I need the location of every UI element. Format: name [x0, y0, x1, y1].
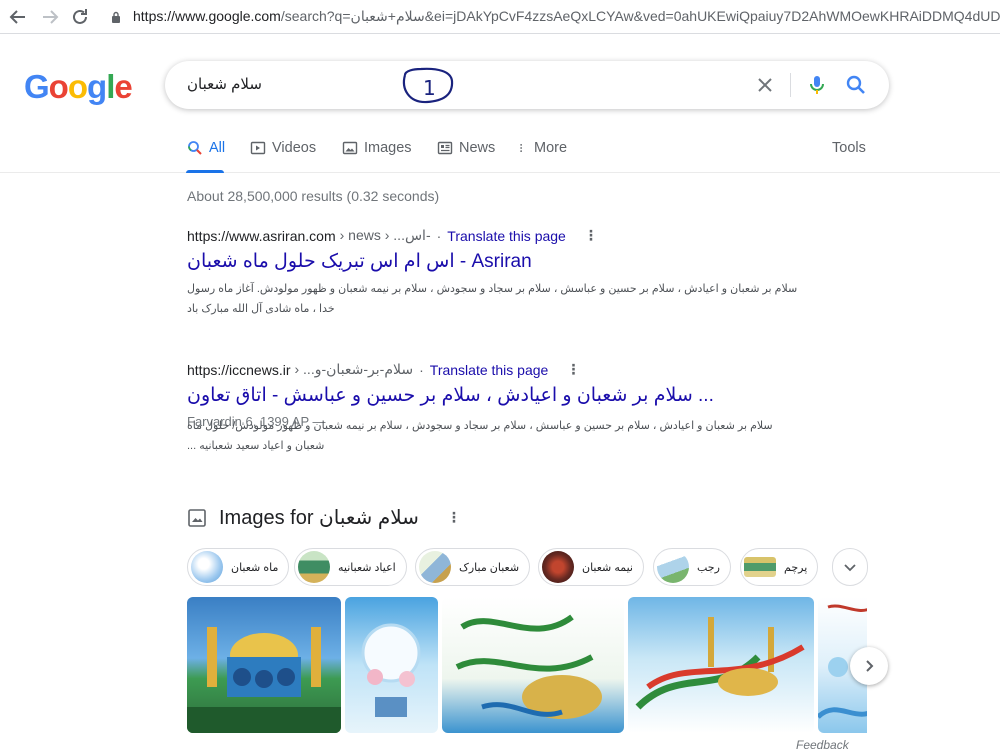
flower-frame-image: [361, 623, 421, 717]
more-options-icon[interactable]: ⋮: [566, 361, 580, 378]
result-path: › ...سلام-بر-شعبان-و: [294, 361, 414, 377]
search-divider: [790, 73, 791, 97]
forward-arrow-icon[interactable]: [38, 5, 62, 29]
image-result[interactable]: [628, 597, 814, 733]
chip-thumbnail: [191, 551, 223, 583]
image-filter-chips: ماه شعبان اعیاد شعبانیه شعبان مبارک نیمه…: [187, 548, 877, 586]
tab-videos[interactable]: Videos: [250, 140, 316, 156]
search-box[interactable]: سلام شعبان 1: [165, 61, 889, 109]
tab-more[interactable]: More: [518, 140, 567, 156]
chip-label: شعبان مبارک: [459, 561, 520, 574]
image-gallery: [187, 597, 867, 733]
search-tabs: All Videos Images News More Tools: [0, 130, 1000, 173]
gallery-next-button[interactable]: [850, 647, 888, 685]
image-result[interactable]: [345, 597, 438, 733]
result-title-link[interactable]: اس ام اس تبریک حلول ماه شعبان - Asriran: [187, 250, 827, 274]
shrine-image: [187, 627, 341, 733]
chip-thumbnail: [542, 551, 574, 583]
separator-dot: ·: [419, 361, 424, 378]
tab-label: News: [459, 140, 496, 156]
chip-thumbnail: [657, 551, 689, 583]
tab-label: All: [209, 140, 226, 156]
google-logo[interactable]: Google: [24, 68, 133, 106]
search-input[interactable]: سلام شعبان: [187, 75, 262, 93]
filter-chip[interactable]: اعیاد شعبانیه: [294, 548, 407, 586]
chip-thumbnail: [419, 551, 451, 583]
chip-thumbnail: [298, 551, 330, 583]
play-icon: [250, 141, 266, 155]
tools-button[interactable]: Tools: [832, 140, 866, 156]
search-icon: [188, 141, 202, 155]
chips-expand-button[interactable]: [832, 548, 868, 586]
annotation-number: 1: [423, 76, 436, 100]
microphone-icon[interactable]: [805, 73, 829, 97]
separator-dot: ·: [436, 227, 442, 244]
chip-label: ماه شعبان: [231, 561, 279, 574]
filter-chip[interactable]: شعبان مبارک: [415, 548, 531, 586]
filter-chip[interactable]: رجب: [653, 548, 731, 586]
chevron-down-icon: [844, 564, 856, 572]
chip-label: اعیاد شعبانیه: [338, 561, 396, 574]
chevron-right-icon: [866, 660, 874, 672]
result-cite: https://iccnews.ir › ...سلام-بر-شعبان-و …: [187, 361, 827, 378]
result-snippet: سلام بر شعبان و اعیادش ، سلام بر حسین و …: [187, 283, 798, 315]
news-icon: [437, 141, 453, 155]
active-tab-indicator: [186, 170, 224, 173]
back-arrow-icon[interactable]: [6, 5, 30, 29]
filter-chip[interactable]: ماه شعبان: [187, 548, 290, 586]
result-host[interactable]: https://iccnews.ir: [187, 362, 290, 378]
result-cite: https://www.asriran.com › news › ...اس- …: [187, 227, 827, 244]
reload-icon[interactable]: [68, 5, 92, 29]
search-icon[interactable]: [844, 73, 868, 97]
clear-icon[interactable]: [753, 73, 777, 97]
calligraphy-shrine-image: [635, 617, 805, 710]
calligraphy-image: [455, 614, 602, 719]
chip-thumbnail: [744, 557, 776, 577]
tab-label: More: [534, 140, 568, 156]
images-heading-text[interactable]: Images for سلام شعبان: [219, 505, 419, 530]
tab-label: Images: [364, 140, 412, 156]
more-vert-icon: [520, 144, 522, 152]
tab-label: Videos: [272, 140, 317, 156]
image-result[interactable]: [442, 597, 624, 733]
tab-all[interactable]: All: [187, 140, 225, 156]
more-options-icon[interactable]: ⋮: [447, 509, 461, 526]
lock-icon: [112, 11, 120, 23]
address-bar[interactable]: https://www.google.com/search?q=سلام+شعب…: [133, 8, 1000, 25]
image-result[interactable]: [187, 597, 341, 733]
filter-chip[interactable]: نیمه شعبان: [538, 548, 644, 586]
result-snippet: سلام بر شعبان و اعیادش ، سلام بر حسین و …: [187, 420, 773, 452]
tab-images[interactable]: Images: [342, 140, 412, 156]
tab-news[interactable]: News: [437, 140, 495, 156]
result-host[interactable]: https://www.asriran.com: [187, 228, 336, 244]
result-title-link[interactable]: سلام بر شعبان و اعیادش ، سلام بر حسین و …: [187, 384, 827, 408]
handwritten-annotation: 1: [402, 67, 454, 104]
chip-label: پرچم: [784, 561, 808, 574]
filter-chip[interactable]: پرچم: [740, 548, 819, 586]
image-icon: [188, 508, 206, 527]
result-path: › news › ...اس-: [339, 227, 431, 243]
search-result: https://iccnews.ir › ...سلام-بر-شعبان-و …: [187, 361, 827, 456]
feedback-link[interactable]: Feedback: [796, 738, 849, 749]
chip-label: نیمه شعبان: [582, 561, 633, 574]
more-options-icon[interactable]: ⋮: [584, 227, 598, 244]
result-stats: About 28,500,000 results (0.32 seconds): [187, 188, 440, 204]
translate-link[interactable]: Translate this page: [447, 228, 566, 244]
translate-link[interactable]: Translate this page: [430, 362, 549, 378]
images-heading: Images for سلام شعبان ⋮: [187, 505, 461, 530]
chip-label: رجب: [697, 561, 720, 574]
image-icon: [342, 141, 358, 155]
browser-toolbar: https://www.google.com/search?q=سلام+شعب…: [0, 0, 1000, 34]
search-result: https://www.asriran.com › news › ...اس- …: [187, 227, 827, 319]
